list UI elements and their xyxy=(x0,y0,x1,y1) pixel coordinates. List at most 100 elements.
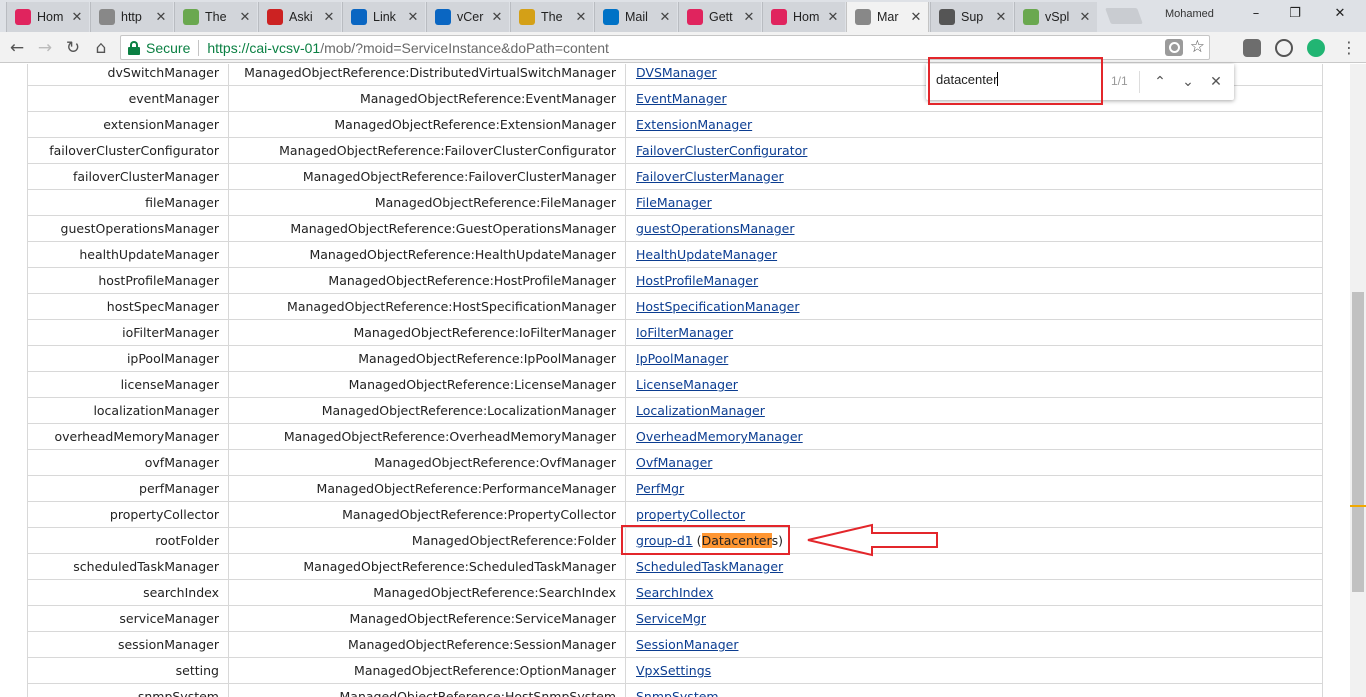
property-link[interactable]: ExtensionManager xyxy=(636,117,752,132)
table-row: setting ManagedObjectReference:OptionMana… xyxy=(27,657,1323,684)
property-value: guestOperationsManager xyxy=(625,215,1323,242)
browser-tab[interactable]: Hom ✕ xyxy=(6,2,89,32)
property-name: searchIndex xyxy=(27,579,229,606)
browser-tab[interactable]: Hom ✕ xyxy=(762,2,845,32)
tab-title: Link xyxy=(373,10,396,24)
browser-tab[interactable]: Mar ✕ xyxy=(846,2,929,32)
property-name: extensionManager xyxy=(27,111,229,138)
annotation-arrow xyxy=(807,523,938,557)
table-row: ioFilterManager ManagedObjectReference:Io… xyxy=(27,319,1323,346)
window-close-icon[interactable]: ✕ xyxy=(1330,6,1350,21)
browser-tab[interactable]: Link ✕ xyxy=(342,2,425,32)
table-row: ipPoolManager ManagedObjectReference:IpPo… xyxy=(27,345,1323,372)
tab-close-icon[interactable]: ✕ xyxy=(657,10,673,25)
tab-close-icon[interactable]: ✕ xyxy=(321,10,337,25)
extension-chat-icon[interactable] xyxy=(1307,39,1325,57)
extension-speed-icon[interactable] xyxy=(1275,39,1293,57)
property-link[interactable]: SnmpSystem xyxy=(636,689,719,697)
back-arrow-icon[interactable]: ← xyxy=(6,37,28,59)
browser-tab[interactable]: Aski ✕ xyxy=(258,2,341,32)
forward-arrow-icon[interactable]: → xyxy=(34,37,56,59)
tab-close-icon[interactable]: ✕ xyxy=(237,10,253,25)
property-link[interactable]: OverheadMemoryManager xyxy=(636,429,803,444)
property-link[interactable]: VpxSettings xyxy=(636,663,711,678)
property-link[interactable]: HealthUpdateManager xyxy=(636,247,777,262)
browser-tab[interactable]: Mail ✕ xyxy=(594,2,677,32)
tab-close-icon[interactable]: ✕ xyxy=(1077,10,1093,25)
property-link[interactable]: DVSManager xyxy=(636,65,717,80)
property-value: VpxSettings xyxy=(625,657,1323,684)
find-next-icon[interactable]: ⌄ xyxy=(1177,71,1199,93)
profile-name[interactable]: Mohamed xyxy=(1165,8,1214,20)
property-link[interactable]: EventManager xyxy=(636,91,727,106)
new-tab-button[interactable] xyxy=(1105,8,1143,24)
tab-title: The xyxy=(541,10,563,24)
tab-close-icon[interactable]: ✕ xyxy=(153,10,169,25)
property-link[interactable]: SearchIndex xyxy=(636,585,713,600)
find-match-count: 1/1 xyxy=(1111,74,1128,88)
tab-close-icon[interactable]: ✕ xyxy=(993,10,1009,25)
browser-tab[interactable]: The ✕ xyxy=(510,2,593,32)
browser-tab[interactable]: http ✕ xyxy=(90,2,173,32)
property-link[interactable]: IoFilterManager xyxy=(636,325,733,340)
tab-close-icon[interactable]: ✕ xyxy=(825,10,841,25)
property-link[interactable]: FailoverClusterManager xyxy=(636,169,784,184)
property-type: ManagedObjectReference:HostProfileManage… xyxy=(228,267,626,294)
property-link[interactable]: SessionManager xyxy=(636,637,738,652)
property-link[interactable]: guestOperationsManager xyxy=(636,221,794,236)
tab-close-icon[interactable]: ✕ xyxy=(69,10,85,25)
home-icon[interactable]: ⌂ xyxy=(90,37,112,59)
reload-icon[interactable]: ↻ xyxy=(62,37,84,59)
property-name: propertyCollector xyxy=(27,501,229,528)
property-link[interactable]: OvfManager xyxy=(636,455,712,470)
browser-tab[interactable]: vSpl ✕ xyxy=(1014,2,1097,32)
linkedin-icon xyxy=(435,9,451,25)
property-link[interactable]: PerfMgr xyxy=(636,481,684,496)
property-value: HealthUpdateManager xyxy=(625,241,1323,268)
tab-title: Hom xyxy=(37,10,64,24)
table-row: hostProfileManager ManagedObjectReference… xyxy=(27,267,1323,294)
secure-label: Secure xyxy=(146,39,191,56)
vsphere-icon xyxy=(1023,9,1039,25)
bookmark-star-icon[interactable]: ☆ xyxy=(1190,37,1205,57)
maximize-icon[interactable]: ❐ xyxy=(1285,6,1305,21)
scrollbar-thumb[interactable] xyxy=(1352,292,1364,592)
property-link[interactable]: HostSpecificationManager xyxy=(636,299,800,314)
browser-tab[interactable]: Sup ✕ xyxy=(930,2,1013,32)
menu-kebab-icon[interactable]: ⋮ xyxy=(1338,37,1360,59)
property-link[interactable]: ScheduledTaskManager xyxy=(636,559,783,574)
tab-close-icon[interactable]: ✕ xyxy=(908,10,924,25)
property-link[interactable]: LocalizationManager xyxy=(636,403,765,418)
property-link[interactable]: ServiceMgr xyxy=(636,611,706,626)
media-icon xyxy=(687,9,703,25)
property-link[interactable]: IpPoolManager xyxy=(636,351,728,366)
tab-close-icon[interactable]: ✕ xyxy=(741,10,757,25)
property-name: sessionManager xyxy=(27,631,229,658)
property-link[interactable]: LicenseManager xyxy=(636,377,738,392)
property-name: snmpSystem xyxy=(27,683,229,697)
tab-title: vSpl xyxy=(1045,10,1070,24)
annotation-highlight-box xyxy=(621,525,790,555)
lock-icon xyxy=(128,40,140,55)
find-in-page-icon[interactable] xyxy=(1165,39,1183,56)
find-previous-icon[interactable]: ⌃ xyxy=(1149,71,1171,93)
property-type: ManagedObjectReference:ExtensionManager xyxy=(228,111,626,138)
tab-close-icon[interactable]: ✕ xyxy=(573,10,589,25)
browser-tab[interactable]: Gett ✕ xyxy=(678,2,761,32)
tab-close-icon[interactable]: ✕ xyxy=(405,10,421,25)
tab-close-icon[interactable]: ✕ xyxy=(489,10,505,25)
minimize-icon[interactable]: – xyxy=(1246,6,1266,21)
browser-tab[interactable]: vCer ✕ xyxy=(426,2,509,32)
find-close-icon[interactable]: ✕ xyxy=(1205,71,1227,93)
property-link[interactable]: FileManager xyxy=(636,195,712,210)
property-link[interactable]: FailoverClusterConfigurator xyxy=(636,143,807,158)
property-type: ManagedObjectReference:EventManager xyxy=(228,85,626,112)
browser-tab[interactable]: The ✕ xyxy=(174,2,257,32)
property-value: PerfMgr xyxy=(625,475,1323,502)
address-separator xyxy=(198,39,200,56)
property-value: ScheduledTaskManager xyxy=(625,553,1323,580)
property-link[interactable]: propertyCollector xyxy=(636,507,745,522)
media-icon xyxy=(15,9,31,25)
property-link[interactable]: HostProfileManager xyxy=(636,273,758,288)
extension-pocket-icon[interactable] xyxy=(1243,39,1261,57)
